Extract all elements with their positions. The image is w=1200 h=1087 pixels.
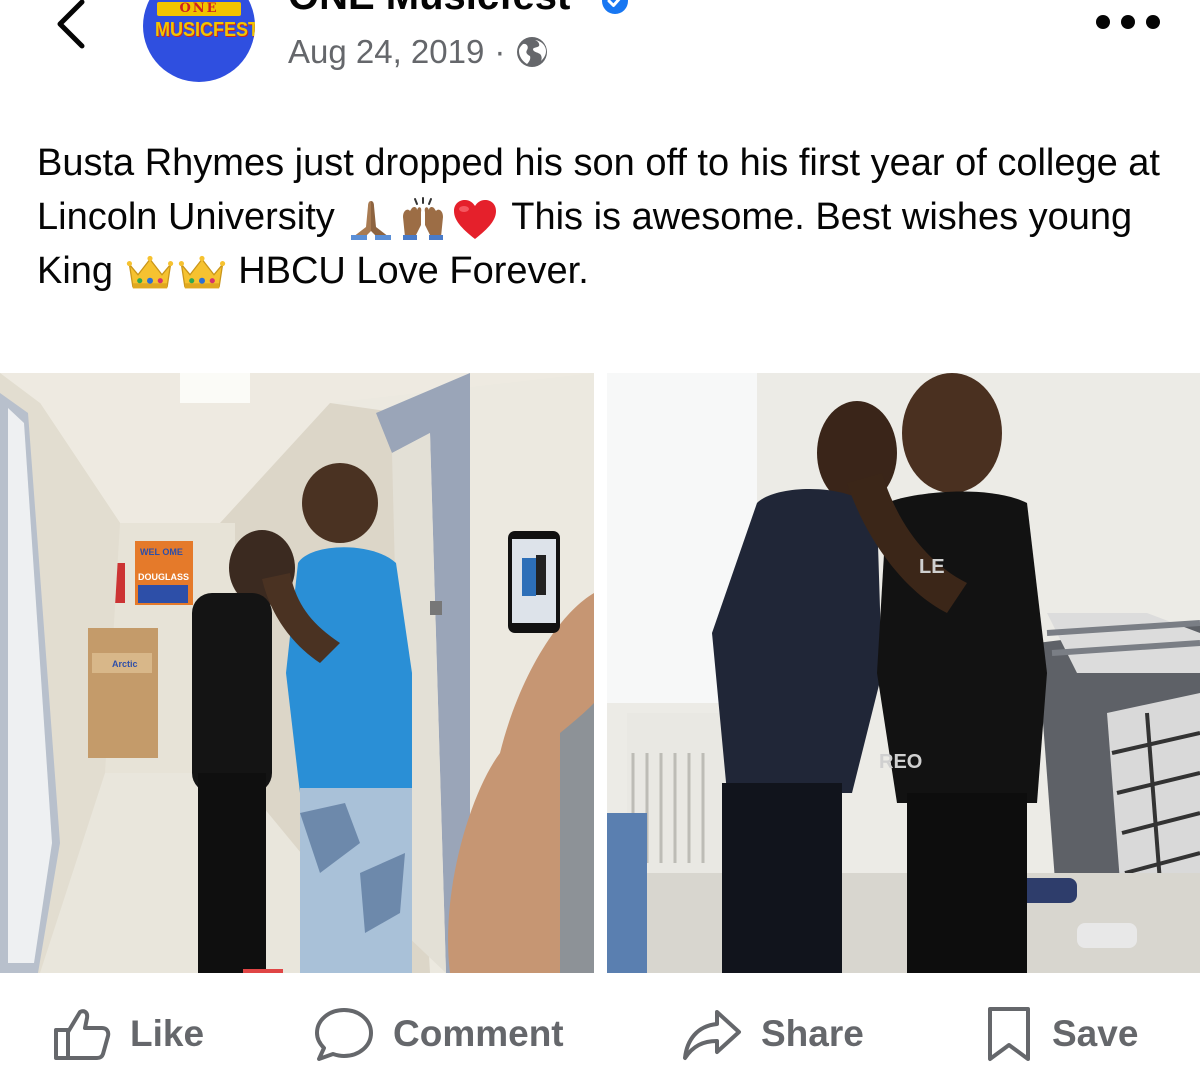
more-options-icon bbox=[1096, 15, 1110, 29]
hallway-sign-top: WEL OME bbox=[140, 547, 183, 557]
like-button[interactable]: Like bbox=[52, 1000, 204, 1068]
crown-emoji bbox=[126, 255, 173, 289]
save-button[interactable]: Save bbox=[984, 1000, 1138, 1068]
avatar-logo-bottom: MUSICFEST bbox=[155, 17, 255, 41]
shirt-text-1: LE bbox=[919, 556, 945, 578]
more-options-icon bbox=[1146, 15, 1160, 29]
post-meta: Aug 24, 2019 · bbox=[288, 32, 549, 72]
post-text: Busta Rhymes just dropped his son off to… bbox=[37, 136, 1167, 298]
post-header: ONE MUSICFEST ONE Musicfest Aug 24, 2019… bbox=[0, 0, 1200, 110]
chevron-left-icon bbox=[57, 0, 85, 49]
page-avatar[interactable]: ONE MUSICFEST bbox=[143, 0, 255, 82]
hallway-sign-bottom: DOUGLASS bbox=[138, 572, 189, 582]
meta-separator: · bbox=[494, 33, 506, 70]
raised-hands-emoji bbox=[403, 196, 444, 240]
post-action-bar: Like Comment Share Save bbox=[0, 990, 1200, 1080]
globe-icon bbox=[517, 37, 548, 67]
avatar-logo-top: ONE bbox=[157, 2, 241, 16]
bookmark-icon bbox=[988, 1007, 1030, 1061]
like-label: Like bbox=[130, 1013, 205, 1054]
post-text-part-3: HBCU Love Forever. bbox=[238, 250, 589, 292]
share-button[interactable]: Share bbox=[681, 1000, 864, 1068]
back-button[interactable] bbox=[48, 0, 92, 54]
box-label: Arctic bbox=[112, 659, 138, 669]
post-date[interactable]: Aug 24, 2019 bbox=[288, 33, 484, 71]
more-options-button[interactable] bbox=[1096, 10, 1160, 34]
comment-button[interactable]: Comment bbox=[313, 1000, 564, 1068]
red-heart-emoji bbox=[454, 199, 497, 239]
thumbs-up-icon bbox=[54, 1009, 111, 1060]
page-name[interactable]: ONE Musicfest bbox=[288, 0, 570, 19]
save-label: Save bbox=[1052, 1013, 1139, 1054]
comment-icon bbox=[315, 1008, 373, 1061]
post-photo-left[interactable]: WEL OME DOUGLASS Arctic bbox=[0, 373, 594, 973]
crown-emoji bbox=[178, 255, 225, 289]
verified-badge-icon bbox=[602, 0, 628, 14]
folded-hands-emoji bbox=[351, 200, 392, 240]
more-options-icon bbox=[1121, 15, 1135, 29]
share-label: Share bbox=[761, 1013, 864, 1054]
shirt-text-2: REO bbox=[879, 751, 922, 773]
comment-label: Comment bbox=[393, 1013, 564, 1054]
share-icon bbox=[683, 1010, 741, 1060]
post-photo-right[interactable]: LE REO bbox=[607, 373, 1200, 973]
